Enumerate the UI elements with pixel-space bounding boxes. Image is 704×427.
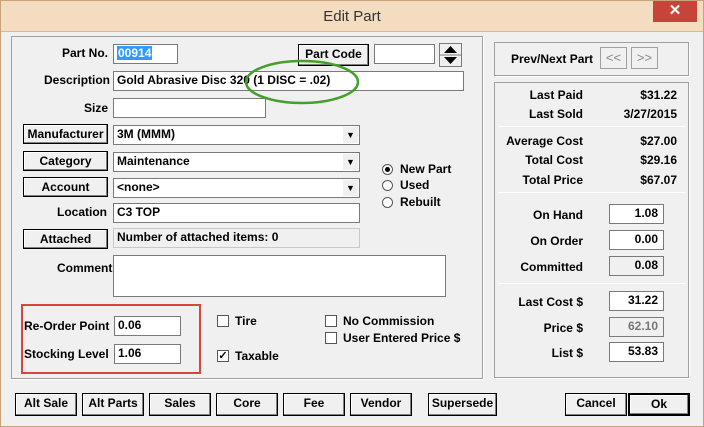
alt-parts-button[interactable]: Alt Parts <box>82 393 144 416</box>
radio-used-label[interactable]: Used <box>400 178 429 192</box>
manufacturer-select[interactable]: 3M (MMM) ▼ <box>113 125 360 145</box>
user-entered-price-checkbox[interactable] <box>325 332 337 344</box>
reorder-point-field[interactable]: 0.06 <box>114 316 181 336</box>
ok-button[interactable]: Ok <box>628 393 690 416</box>
last-cost-label: Last Cost $ <box>518 295 583 309</box>
part-code-spinner[interactable] <box>439 43 462 67</box>
total-price-label: Total Price <box>522 173 583 187</box>
prev-part-button[interactable]: << <box>600 47 627 69</box>
on-hand-label: On Hand <box>533 208 583 222</box>
dialog-body: Part No. 00914 Part Code Description Gol… <box>9 32 695 419</box>
divider <box>498 126 685 127</box>
price-field: 62.10 <box>609 317 664 337</box>
core-button[interactable]: Core <box>216 393 278 416</box>
cancel-button[interactable]: Cancel <box>565 393 627 416</box>
price-label: Price $ <box>543 321 583 335</box>
total-price-value: $67.07 <box>640 173 677 187</box>
part-no-field[interactable]: 00914 <box>113 44 178 64</box>
on-order-label: On Order <box>530 234 583 248</box>
radio-new-part-label[interactable]: New Part <box>400 162 451 176</box>
edit-part-window: Edit Part ✕ Part No. 00914 Part Code Des… <box>0 0 704 427</box>
divider <box>498 192 685 193</box>
account-value: <none> <box>117 180 160 194</box>
radio-rebuilt-label[interactable]: Rebuilt <box>400 195 441 209</box>
close-icon[interactable]: ✕ <box>653 1 697 22</box>
chevron-down-icon: ▼ <box>343 154 358 170</box>
manufacturer-button[interactable]: Manufacturer <box>23 124 108 144</box>
committed-field: 0.08 <box>609 256 664 276</box>
on-hand-field[interactable]: 1.08 <box>609 204 664 224</box>
list-label: List $ <box>551 346 583 360</box>
radio-rebuilt[interactable] <box>382 197 393 208</box>
on-order-field[interactable]: 0.00 <box>609 230 664 250</box>
manufacturer-value: 3M (MMM) <box>117 127 175 141</box>
last-paid-label: Last Paid <box>529 88 583 102</box>
window-title: Edit Part <box>323 8 381 25</box>
radio-new-part[interactable] <box>382 164 393 175</box>
divider <box>498 283 685 284</box>
category-select[interactable]: Maintenance ▼ <box>113 152 360 172</box>
comment-label: Comment <box>57 261 113 275</box>
prev-next-label: Prev/Next Part <box>511 52 594 66</box>
last-cost-field[interactable]: 31.22 <box>609 291 664 311</box>
category-button[interactable]: Category <box>23 151 108 171</box>
attached-button[interactable]: Attached <box>23 229 108 249</box>
location-label: Location <box>57 205 107 219</box>
user-entered-price-label[interactable]: User Entered Price $ <box>343 331 460 345</box>
total-cost-value: $29.16 <box>640 153 677 167</box>
description-label: Description <box>44 73 111 87</box>
taxable-label[interactable]: Taxable <box>235 349 279 363</box>
chevron-down-icon: ▼ <box>343 180 358 196</box>
sales-button[interactable]: Sales <box>149 393 211 416</box>
stocking-level-field[interactable]: 1.06 <box>114 344 181 364</box>
taxable-checkbox[interactable]: ✓ <box>217 350 229 362</box>
alt-sale-button[interactable]: Alt Sale <box>15 393 77 416</box>
tire-label[interactable]: Tire <box>235 314 257 328</box>
vendor-button[interactable]: Vendor <box>350 393 412 416</box>
supersede-button[interactable]: Supersede <box>428 393 497 416</box>
fee-button[interactable]: Fee <box>283 393 345 416</box>
next-part-button[interactable]: >> <box>631 47 658 69</box>
spinner-arrows-icon <box>440 46 461 64</box>
size-field[interactable] <box>113 98 266 118</box>
part-no-label: Part No. <box>62 46 109 60</box>
location-field[interactable]: C3 TOP <box>113 203 360 223</box>
last-paid-value: $31.22 <box>640 88 677 102</box>
chevron-down-icon: ▼ <box>343 127 358 143</box>
committed-label: Committed <box>520 260 583 274</box>
radio-used[interactable] <box>382 180 393 191</box>
stocking-level-label: Stocking Level <box>24 347 109 361</box>
total-cost-label: Total Cost <box>525 153 583 167</box>
attached-info: Number of attached items: 0 <box>113 228 360 248</box>
average-cost-label: Average Cost <box>506 134 583 148</box>
title-bar: Edit Part ✕ <box>1 1 703 32</box>
part-code-field[interactable] <box>374 44 435 64</box>
average-cost-value: $27.00 <box>640 134 677 148</box>
comment-field[interactable] <box>113 255 446 297</box>
no-commission-label[interactable]: No Commission <box>343 314 434 328</box>
tire-checkbox[interactable] <box>217 315 229 327</box>
account-select[interactable]: <none> ▼ <box>113 178 360 198</box>
last-sold-label: Last Sold <box>528 107 583 121</box>
size-label: Size <box>84 101 109 115</box>
account-button[interactable]: Account <box>23 177 108 197</box>
reorder-point-label: Re-Order Point <box>24 319 110 333</box>
part-no-value: 00914 <box>117 46 153 60</box>
list-field[interactable]: 53.83 <box>609 342 664 362</box>
no-commission-checkbox[interactable] <box>325 315 337 327</box>
category-value: Maintenance <box>117 154 190 168</box>
last-sold-value: 3/27/2015 <box>623 107 677 121</box>
